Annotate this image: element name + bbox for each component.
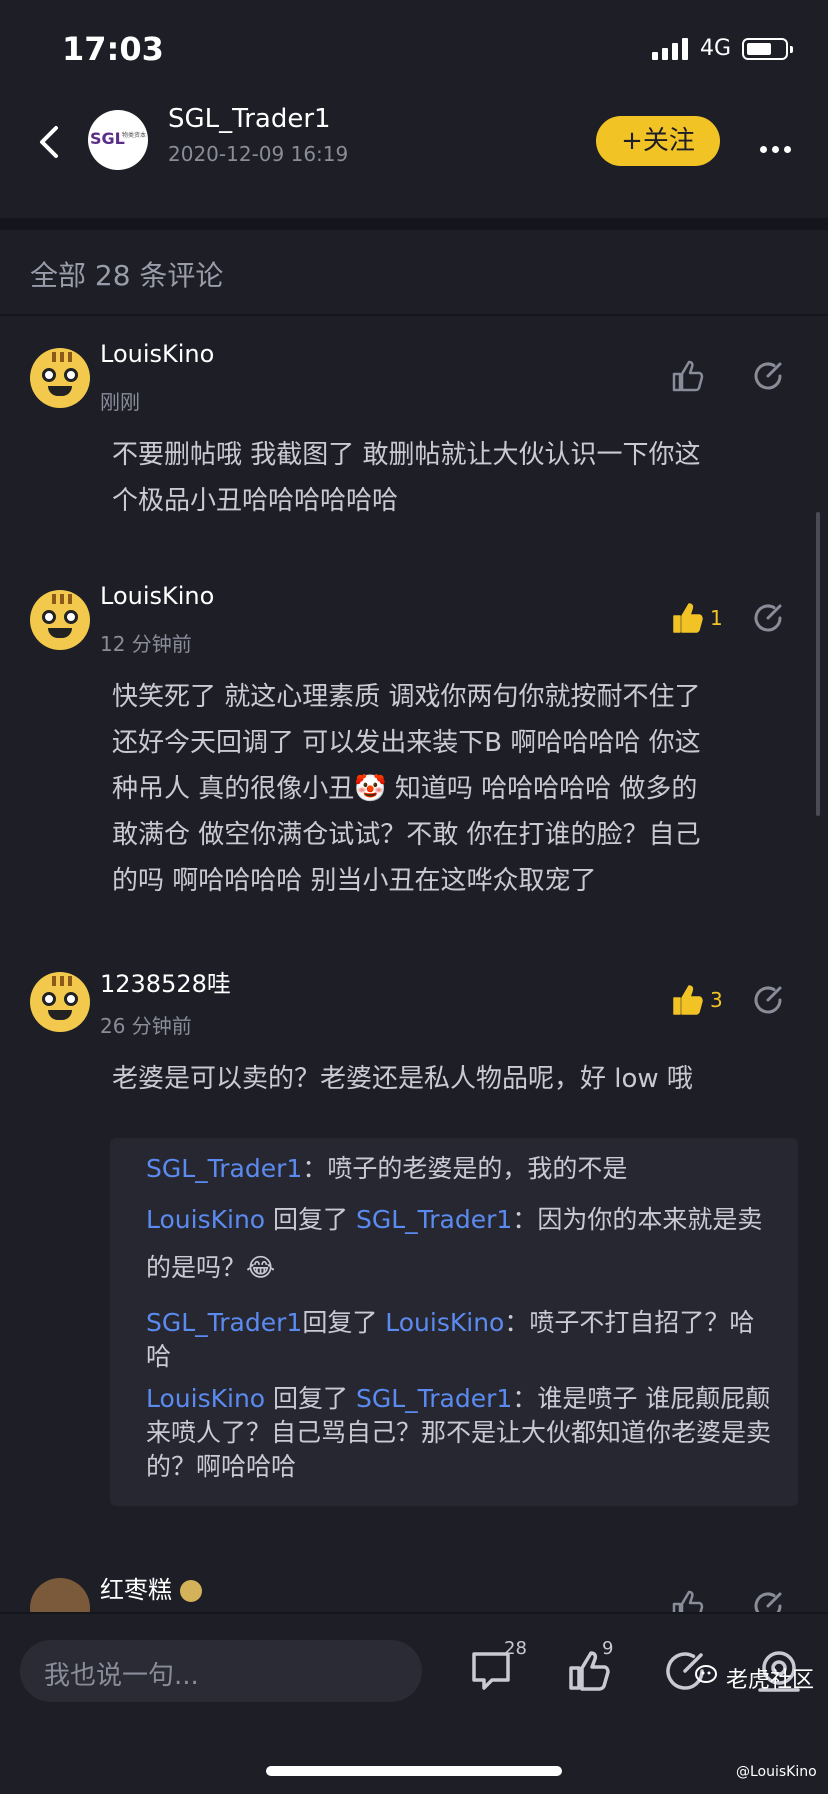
home-indicator[interactable] — [266, 1766, 562, 1776]
comment-input-placeholder: 我也说一句... — [44, 1661, 199, 1691]
share-icon[interactable] — [750, 1588, 786, 1612]
comment-time: 26 分钟前 — [100, 1014, 192, 1038]
tiger-logo-icon — [695, 1665, 717, 1683]
signal-icon — [652, 38, 688, 60]
comment-text: 老婆是可以卖的？老婆还是私人物品呢，好 low 哦 — [112, 1064, 693, 1094]
watermark-brand: 老虎社区 — [726, 1668, 815, 1693]
avatar[interactable] — [30, 348, 90, 408]
reply-user[interactable]: SGL_Trader1 — [146, 1308, 302, 1337]
share-icon[interactable] — [750, 982, 786, 1018]
thumbs-up-icon[interactable] — [670, 982, 706, 1018]
share-icon[interactable] — [750, 600, 786, 636]
post-header: SGL 物类资本 SGL_Trader1 2020-12-09 16:19 +关… — [0, 100, 828, 220]
comment-author-name: 红枣糕 — [100, 1576, 172, 1604]
scrollbar[interactable] — [816, 512, 820, 816]
share-icon[interactable] — [750, 358, 786, 394]
reply-verb: 回复了 — [302, 1308, 386, 1337]
reply-target[interactable]: LouisKino — [385, 1308, 504, 1337]
battery-icon — [742, 38, 793, 60]
network-label: 4G — [700, 36, 732, 61]
reply-user[interactable]: SGL_Trader1 — [146, 1154, 302, 1183]
comment-author[interactable]: LouisKino — [100, 582, 214, 610]
avatar[interactable] — [30, 972, 90, 1032]
reply-item[interactable]: LouisKino 回复了 SGL_Trader1：因为你的本来就是卖的是吗？😂 — [146, 1196, 776, 1292]
reply-separator: ： — [512, 1384, 538, 1413]
thumbs-up-icon[interactable] — [670, 600, 706, 636]
author-logo-text: SGL — [90, 129, 125, 148]
comment-author[interactable]: 红枣糕 — [100, 1570, 202, 1605]
post-timestamp: 2020-12-09 16:19 — [168, 142, 349, 166]
avatar[interactable] — [30, 590, 90, 650]
like-count: 1 — [710, 606, 723, 630]
back-icon[interactable] — [32, 122, 68, 162]
like-count: 3 — [710, 988, 723, 1012]
comments-count-label: 全部 28 条评论 — [30, 259, 224, 292]
badge-icon — [179, 1580, 202, 1602]
comment-time: 刚刚 — [100, 390, 140, 414]
reply-user[interactable]: LouisKino — [146, 1205, 265, 1234]
reply-user[interactable]: LouisKino — [146, 1384, 265, 1413]
status-bar: 17:03 4G — [0, 0, 828, 100]
comment-item: 红枣糕 — [0, 1570, 828, 1612]
reply-separator: ： — [504, 1308, 530, 1337]
reply-verb: 回复了 — [265, 1384, 356, 1413]
reply-separator: ： — [512, 1205, 538, 1234]
comment-text: 快笑死了 就这心理素质 调戏你两句你就按耐不住了 还好今天回调了 可以发出来装下… — [112, 682, 701, 896]
section-divider — [0, 218, 828, 230]
watermark-user: @LouisKino — [736, 1764, 817, 1780]
follow-button[interactable]: +关注 — [596, 116, 720, 166]
reply-separator: ： — [302, 1154, 328, 1183]
avatar[interactable] — [30, 1578, 90, 1612]
comment-input[interactable]: 我也说一句... — [20, 1640, 422, 1702]
comment-time: 12 分钟前 — [100, 632, 192, 656]
thumbs-up-icon[interactable] — [670, 1588, 706, 1612]
comment-count: 28 — [504, 1638, 527, 1659]
like-count: 9 — [602, 1638, 614, 1659]
reply-item[interactable]: SGL_Trader1：喷子的老婆是的，我的不是 — [146, 1152, 776, 1186]
author-logo-subtext: 物类资本 — [122, 132, 147, 139]
comment-text: 不要删帖哦 我截图了 敢删帖就让大伙认识一下你这 个极品小丑哈哈哈哈哈哈 — [112, 440, 701, 516]
thumbs-up-icon[interactable] — [670, 358, 706, 394]
reply-target[interactable]: SGL_Trader1 — [356, 1384, 512, 1413]
author-name[interactable]: SGL_Trader1 — [168, 104, 331, 134]
reply-item[interactable]: SGL_Trader1回复了 LouisKino：喷子不打自招了？哈哈 — [146, 1306, 776, 1374]
reply-target[interactable]: SGL_Trader1 — [356, 1205, 512, 1234]
status-time: 17:03 — [62, 30, 164, 68]
more-options-icon[interactable] — [760, 138, 796, 157]
comments-header: 全部 28 条评论 — [0, 230, 828, 316]
comment-author[interactable]: 1238528哇 — [100, 964, 231, 999]
comment-author[interactable]: LouisKino — [100, 340, 214, 368]
reply-thread[interactable]: SGL_Trader1：喷子的老婆是的，我的不是 LouisKino 回复了 S… — [110, 1138, 798, 1506]
reply-item[interactable]: LouisKino 回复了 SGL_Trader1：谁是喷子 谁屁颠屁颠来喷人了… — [146, 1382, 776, 1484]
author-avatar[interactable]: SGL 物类资本 — [88, 110, 148, 170]
reply-verb: 回复了 — [265, 1205, 356, 1234]
reply-text: 喷子的老婆是的，我的不是 — [327, 1154, 628, 1183]
